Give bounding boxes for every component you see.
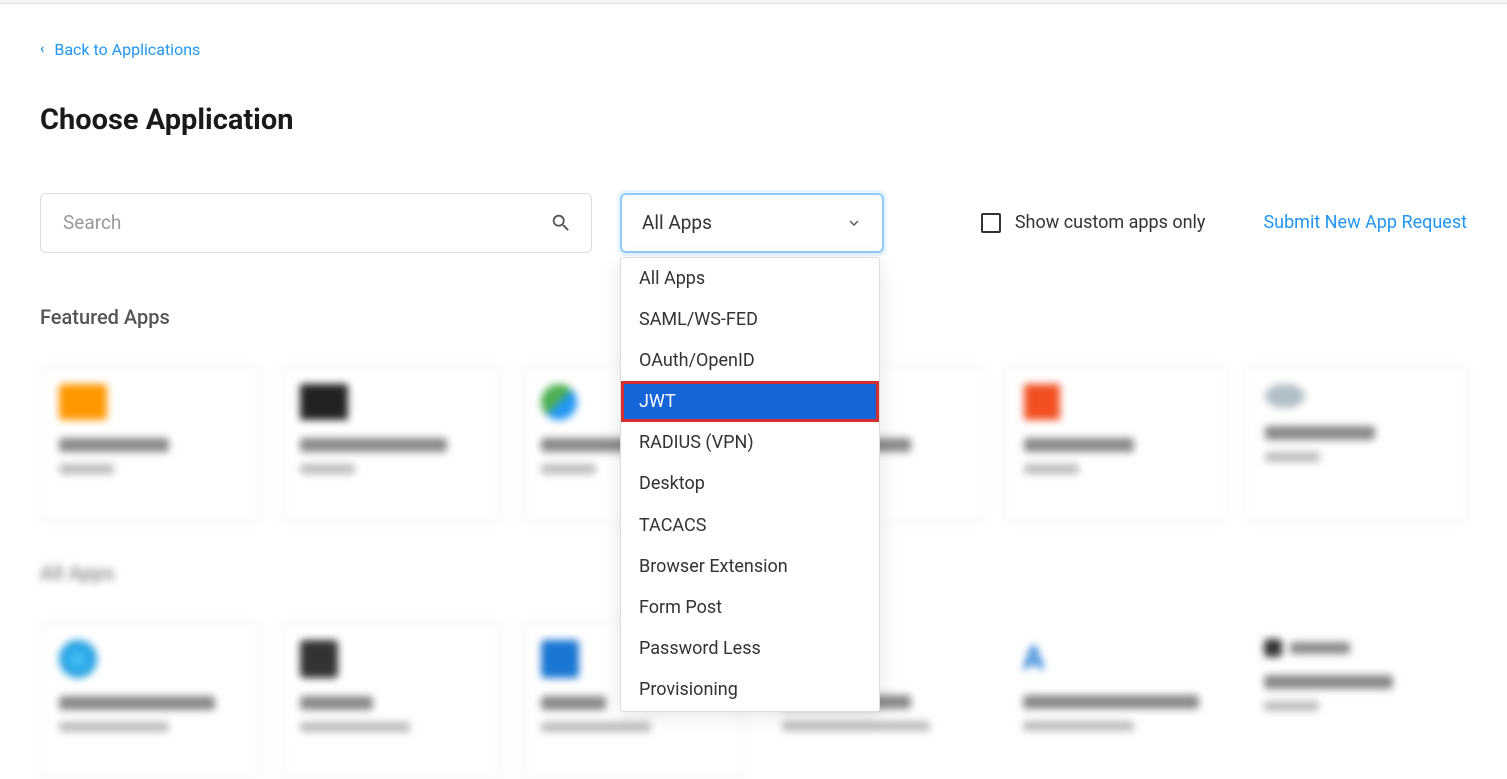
app-icon [541,384,577,420]
dropdown-item-desktop[interactable]: Desktop [621,463,879,504]
filter-dropdown-menu: All Apps SAML/WS-FED OAuth/OpenID JWT RA… [620,257,880,712]
dropdown-item-radius[interactable]: RADIUS (VPN) [621,422,879,463]
app-card[interactable] [1005,365,1226,523]
app-icon [300,640,338,678]
app-name [59,438,169,452]
app-icon [1265,384,1305,408]
app-name [300,696,373,710]
search-input[interactable] [40,193,592,253]
app-card[interactable] [40,365,261,523]
filter-dropdown: All Apps All Apps SAML/WS-FED OAuth/Open… [620,193,884,253]
app-icon [1264,639,1282,657]
filter-selected: All Apps [642,211,712,234]
app-icon [59,640,97,678]
app-subtitle [300,464,355,474]
app-icon [1024,384,1060,420]
app-subtitle [782,721,930,731]
app-subtitle [1265,452,1320,462]
app-name [541,696,605,710]
app-card[interactable] [40,621,261,779]
app-brand [1290,642,1350,654]
app-subtitle [59,722,169,732]
dropdown-item-provisioning[interactable]: Provisioning [621,669,879,710]
checkbox-icon [981,213,1001,233]
dropdown-item-oauth[interactable]: OAuth/OpenID [621,340,879,381]
show-custom-apps-checkbox[interactable]: Show custom apps only [981,212,1206,233]
app-subtitle [1024,464,1079,474]
app-card[interactable]: A [1005,621,1226,779]
app-subtitle [1264,701,1320,711]
dropdown-item-all-apps[interactable]: All Apps [621,258,879,299]
filter-row: All Apps All Apps SAML/WS-FED OAuth/Open… [40,193,1467,253]
back-label: Back to Applications [54,40,200,59]
app-card[interactable] [281,621,502,779]
chevron-left-icon: ‹ [40,41,44,57]
dropdown-item-browser-ext[interactable]: Browser Extension [621,546,879,587]
app-name [59,696,215,710]
app-card[interactable] [281,365,502,523]
app-name [1023,695,1199,709]
back-to-applications-link[interactable]: ‹ Back to Applications [40,40,200,59]
app-name [1024,438,1134,452]
app-icon [59,384,107,420]
submit-new-app-link[interactable]: Submit New App Request [1263,212,1467,233]
checkbox-label: Show custom apps only [1015,212,1206,233]
app-card[interactable] [1246,621,1467,779]
app-subtitle [541,722,651,732]
app-icon [541,640,579,678]
dropdown-item-jwt[interactable]: JWT [621,381,879,422]
app-name [1265,426,1375,440]
filter-dropdown-button[interactable]: All Apps [620,193,884,253]
dropdown-item-saml[interactable]: SAML/WS-FED [621,299,879,340]
app-name [300,438,447,452]
app-card[interactable] [1246,365,1467,523]
search-icon [550,212,572,234]
app-icon [300,384,348,420]
app-icon: A [1023,639,1208,677]
page-title: Choose Application [40,103,1467,137]
app-subtitle [1023,721,1134,731]
app-name [1264,675,1394,689]
app-subtitle [59,464,114,474]
app-subtitle [541,464,596,474]
chevron-down-icon [846,215,862,231]
dropdown-item-form-post[interactable]: Form Post [621,587,879,628]
dropdown-item-tacacs[interactable]: TACACS [621,505,879,546]
search-wrap [40,193,592,253]
dropdown-item-password-less[interactable]: Password Less [621,628,879,669]
app-subtitle [300,722,410,732]
